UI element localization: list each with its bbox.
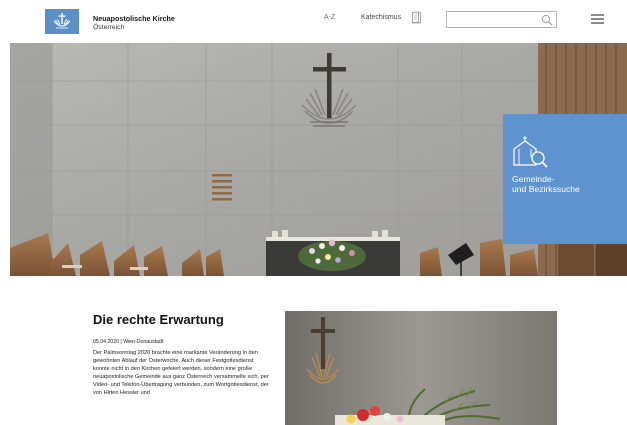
article-body: Der Palmsonntag 2020 brachte eine markan… bbox=[93, 350, 269, 397]
brand[interactable]: Neuapostolische Kirche Österreich bbox=[93, 15, 175, 32]
article-meta: 05.04.2020 | Wien-Donaustadt bbox=[93, 339, 164, 345]
brand-sub: Österreich bbox=[93, 24, 125, 31]
tile-label-line1: Gemeinde- bbox=[512, 174, 555, 184]
tile-label-line2: und Bezirkssuche bbox=[512, 184, 580, 194]
tile-label: Gemeinde- und Bezirkssuche bbox=[512, 174, 622, 194]
book-icon[interactable] bbox=[411, 11, 422, 24]
nav-link-az[interactable]: A-Z bbox=[324, 14, 335, 21]
search-input[interactable] bbox=[446, 11, 557, 28]
site-header: Neuapostolische Kirche Österreich A-Z Ka… bbox=[0, 0, 627, 42]
search-icon[interactable] bbox=[541, 14, 553, 26]
congregation-search-tile[interactable]: Gemeinde- und Bezirkssuche bbox=[503, 114, 627, 244]
menu-icon[interactable] bbox=[591, 14, 604, 24]
article-photo[interactable] bbox=[285, 311, 557, 425]
nav-link-katechismus[interactable]: Katechismus bbox=[361, 14, 401, 21]
logo-emblem-icon[interactable] bbox=[45, 9, 79, 34]
church-search-icon bbox=[513, 136, 548, 168]
brand-name: Neuapostolische Kirche bbox=[93, 14, 175, 23]
article-title[interactable]: Die rechte Erwartung bbox=[93, 312, 224, 327]
